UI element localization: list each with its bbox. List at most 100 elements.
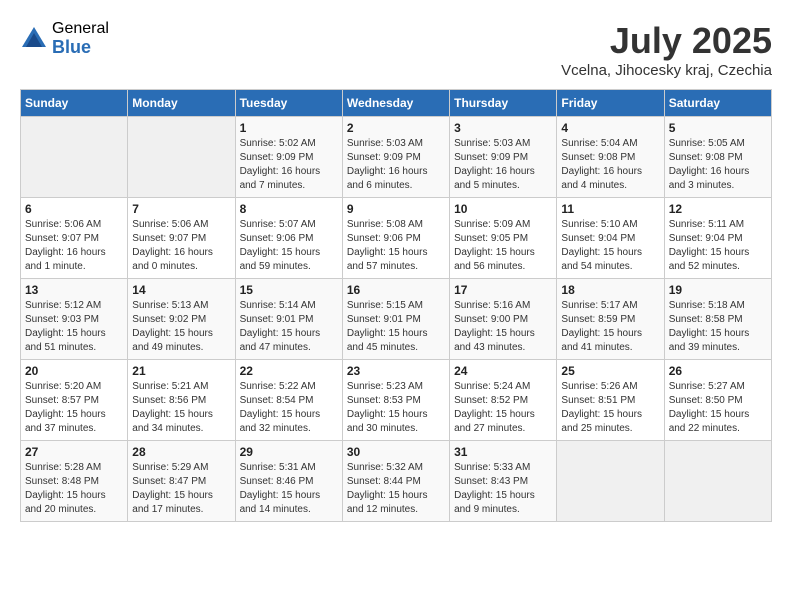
day-info: Sunrise: 5:08 AM Sunset: 9:06 PM Dayligh…: [347, 218, 445, 274]
day-info: Sunrise: 5:14 AM Sunset: 9:01 PM Dayligh…: [240, 299, 338, 355]
day-info: Sunrise: 5:33 AM Sunset: 8:43 PM Dayligh…: [454, 461, 552, 517]
calendar-day-cell: [128, 117, 235, 198]
day-number: 17: [454, 283, 552, 297]
day-number: 25: [561, 364, 659, 378]
logo-text: General Blue: [52, 20, 109, 57]
calendar-day-cell: 22 Sunrise: 5:22 AM Sunset: 8:54 PM Dayli…: [235, 360, 342, 441]
page-header: General Blue July 2025 Vcelna, Jihocesky…: [20, 20, 772, 79]
calendar-day-cell: 4Sunrise: 5:04 AM Sunset: 9:08 PM Daylig…: [557, 117, 664, 198]
day-number: 15: [240, 283, 338, 297]
day-info: Sunrise: 5:02 AM Sunset: 9:09 PM Dayligh…: [240, 137, 338, 193]
calendar-week-row: 13Sunrise: 5:12 AM Sunset: 9:03 PM Dayli…: [21, 279, 772, 360]
day-info: Sunrise: 5:07 AM Sunset: 9:06 PM Dayligh…: [240, 218, 338, 274]
day-info: Sunrise: 5:28 AM Sunset: 8:48 PM Dayligh…: [25, 461, 123, 517]
day-info: Sunrise: 5:31 AM Sunset: 8:46 PM Dayligh…: [240, 461, 338, 517]
day-number: 13: [25, 283, 123, 297]
day-info: Sunrise: 5:22 AM Sunset: 8:54 PM Dayligh…: [240, 380, 338, 436]
location: Vcelna, Jihocesky kraj, Czechia: [561, 62, 772, 79]
calendar-day-cell: 27 Sunrise: 5:28 AM Sunset: 8:48 PM Dayli…: [21, 441, 128, 522]
calendar-day-cell: 6 Sunrise: 5:06 AM Sunset: 9:07 PM Daylig…: [21, 198, 128, 279]
day-info: Sunrise: 5:23 AM Sunset: 8:53 PM Dayligh…: [347, 380, 445, 436]
day-number: 7: [132, 202, 230, 216]
day-number: 8: [240, 202, 338, 216]
calendar-day-cell: 14 Sunrise: 5:13 AM Sunset: 9:02 PM Dayli…: [128, 279, 235, 360]
day-info: Sunrise: 5:15 AM Sunset: 9:01 PM Dayligh…: [347, 299, 445, 355]
calendar-week-row: 20Sunrise: 5:20 AM Sunset: 8:57 PM Dayli…: [21, 360, 772, 441]
calendar-day-cell: 7 Sunrise: 5:06 AM Sunset: 9:07 PM Daylig…: [128, 198, 235, 279]
calendar-week-row: 1 Sunrise: 5:02 AM Sunset: 9:09 PM Daylig…: [21, 117, 772, 198]
day-number: 30: [347, 445, 445, 459]
calendar-table: SundayMondayTuesdayWednesdayThursdayFrid…: [20, 89, 772, 522]
calendar-day-cell: 10Sunrise: 5:09 AM Sunset: 9:05 PM Dayli…: [450, 198, 557, 279]
day-info: Sunrise: 5:24 AM Sunset: 8:52 PM Dayligh…: [454, 380, 552, 436]
calendar-day-cell: 3 Sunrise: 5:03 AM Sunset: 9:09 PM Daylig…: [450, 117, 557, 198]
day-of-week-header: Wednesday: [342, 90, 449, 117]
day-number: 14: [132, 283, 230, 297]
day-number: 11: [561, 202, 659, 216]
day-info: Sunrise: 5:16 AM Sunset: 9:00 PM Dayligh…: [454, 299, 552, 355]
calendar-day-cell: 23 Sunrise: 5:23 AM Sunset: 8:53 PM Dayli…: [342, 360, 449, 441]
calendar-day-cell: 19 Sunrise: 5:18 AM Sunset: 8:58 PM Dayli…: [664, 279, 771, 360]
day-number: 21: [132, 364, 230, 378]
calendar-day-cell: 15 Sunrise: 5:14 AM Sunset: 9:01 PM Dayli…: [235, 279, 342, 360]
calendar-day-cell: 16 Sunrise: 5:15 AM Sunset: 9:01 PM Dayli…: [342, 279, 449, 360]
logo-blue: Blue: [52, 38, 109, 58]
day-info: Sunrise: 5:03 AM Sunset: 9:09 PM Dayligh…: [347, 137, 445, 193]
logo-general: General: [52, 20, 109, 38]
title-block: July 2025 Vcelna, Jihocesky kraj, Czechi…: [561, 20, 772, 79]
day-number: 12: [669, 202, 767, 216]
calendar-day-cell: 24 Sunrise: 5:24 AM Sunset: 8:52 PM Dayli…: [450, 360, 557, 441]
day-info: Sunrise: 5:17 AM Sunset: 8:59 PM Dayligh…: [561, 299, 659, 355]
calendar-day-cell: [557, 441, 664, 522]
calendar-day-cell: 12 Sunrise: 5:11 AM Sunset: 9:04 PM Dayli…: [664, 198, 771, 279]
day-info: Sunrise: 5:13 AM Sunset: 9:02 PM Dayligh…: [132, 299, 230, 355]
calendar-day-cell: 30 Sunrise: 5:32 AM Sunset: 8:44 PM Dayli…: [342, 441, 449, 522]
day-number: 27: [25, 445, 123, 459]
day-info: Sunrise: 5:06 AM Sunset: 9:07 PM Dayligh…: [25, 218, 123, 274]
day-number: 22: [240, 364, 338, 378]
day-number: 6: [25, 202, 123, 216]
day-number: 2: [347, 121, 445, 135]
day-info: Sunrise: 5:27 AM Sunset: 8:50 PM Dayligh…: [669, 380, 767, 436]
day-info: Sunrise: 5:29 AM Sunset: 8:47 PM Dayligh…: [132, 461, 230, 517]
calendar-day-cell: 29Sunrise: 5:31 AM Sunset: 8:46 PM Dayli…: [235, 441, 342, 522]
day-number: 18: [561, 283, 659, 297]
day-info: Sunrise: 5:03 AM Sunset: 9:09 PM Dayligh…: [454, 137, 552, 193]
day-number: 1: [240, 121, 338, 135]
day-number: 28: [132, 445, 230, 459]
day-number: 19: [669, 283, 767, 297]
day-info: Sunrise: 5:05 AM Sunset: 9:08 PM Dayligh…: [669, 137, 767, 193]
calendar-day-cell: 11 Sunrise: 5:10 AM Sunset: 9:04 PM Dayli…: [557, 198, 664, 279]
day-number: 5: [669, 121, 767, 135]
calendar-day-cell: 26 Sunrise: 5:27 AM Sunset: 8:50 PM Dayli…: [664, 360, 771, 441]
calendar-day-cell: 1 Sunrise: 5:02 AM Sunset: 9:09 PM Daylig…: [235, 117, 342, 198]
day-number: 26: [669, 364, 767, 378]
calendar-day-cell: 20Sunrise: 5:20 AM Sunset: 8:57 PM Dayli…: [21, 360, 128, 441]
day-info: Sunrise: 5:11 AM Sunset: 9:04 PM Dayligh…: [669, 218, 767, 274]
calendar-day-cell: 25 Sunrise: 5:26 AM Sunset: 8:51 PM Dayli…: [557, 360, 664, 441]
day-number: 23: [347, 364, 445, 378]
day-number: 4: [561, 121, 659, 135]
day-of-week-header: Friday: [557, 90, 664, 117]
day-number: 16: [347, 283, 445, 297]
day-number: 31: [454, 445, 552, 459]
calendar-day-cell: 13Sunrise: 5:12 AM Sunset: 9:03 PM Dayli…: [21, 279, 128, 360]
day-number: 24: [454, 364, 552, 378]
calendar-week-row: 6 Sunrise: 5:06 AM Sunset: 9:07 PM Daylig…: [21, 198, 772, 279]
calendar-day-cell: 21 Sunrise: 5:21 AM Sunset: 8:56 PM Dayli…: [128, 360, 235, 441]
day-number: 3: [454, 121, 552, 135]
day-info: Sunrise: 5:06 AM Sunset: 9:07 PM Dayligh…: [132, 218, 230, 274]
day-of-week-header: Sunday: [21, 90, 128, 117]
calendar-header-row: SundayMondayTuesdayWednesdayThursdayFrid…: [21, 90, 772, 117]
day-of-week-header: Saturday: [664, 90, 771, 117]
calendar-day-cell: 5 Sunrise: 5:05 AM Sunset: 9:08 PM Daylig…: [664, 117, 771, 198]
calendar-day-cell: 31 Sunrise: 5:33 AM Sunset: 8:43 PM Dayli…: [450, 441, 557, 522]
day-info: Sunrise: 5:32 AM Sunset: 8:44 PM Dayligh…: [347, 461, 445, 517]
month-year: July 2025: [561, 20, 772, 62]
day-info: Sunrise: 5:10 AM Sunset: 9:04 PM Dayligh…: [561, 218, 659, 274]
day-info: Sunrise: 5:21 AM Sunset: 8:56 PM Dayligh…: [132, 380, 230, 436]
day-of-week-header: Thursday: [450, 90, 557, 117]
day-info: Sunrise: 5:18 AM Sunset: 8:58 PM Dayligh…: [669, 299, 767, 355]
day-of-week-header: Tuesday: [235, 90, 342, 117]
day-info: Sunrise: 5:26 AM Sunset: 8:51 PM Dayligh…: [561, 380, 659, 436]
